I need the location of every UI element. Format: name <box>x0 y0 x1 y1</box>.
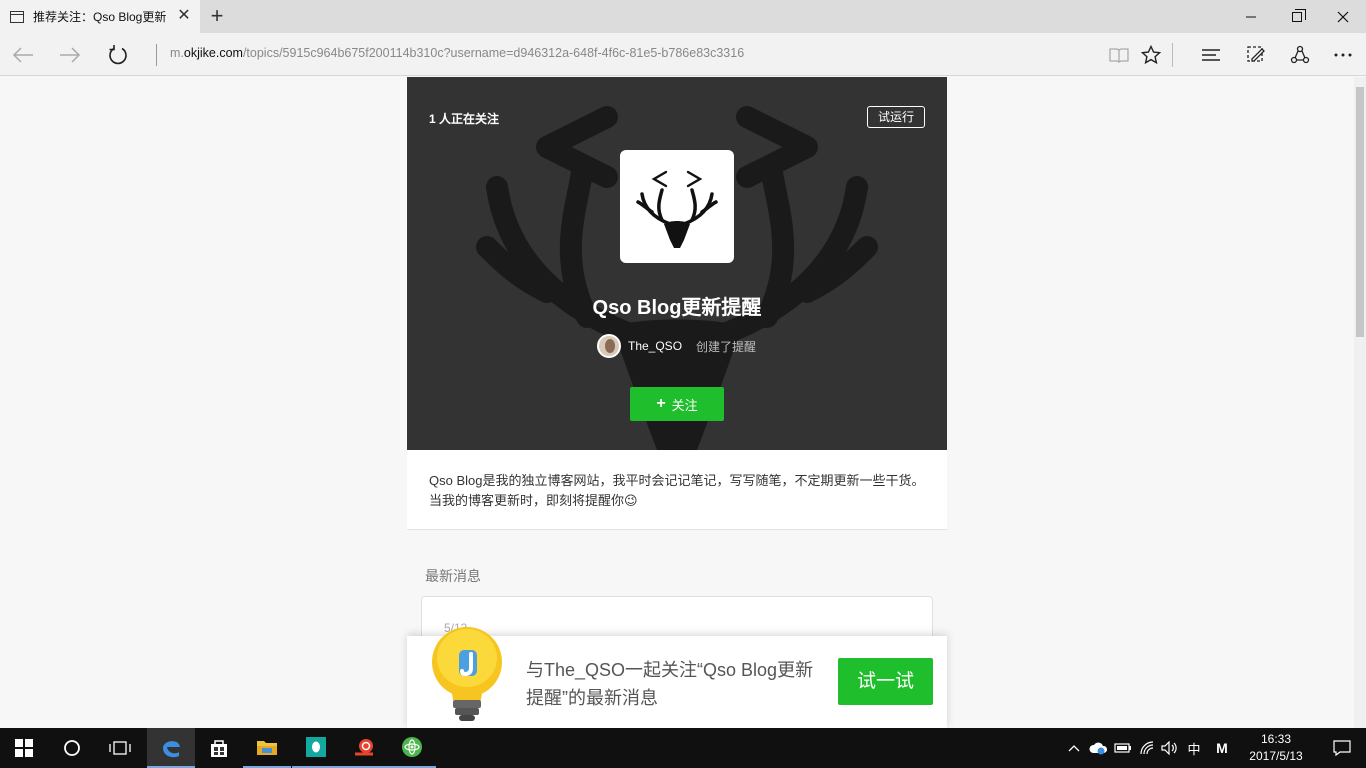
promo-text: 与The_QSO一起关注“Qso Blog更新提醒”的最新消息 <box>526 660 814 708</box>
latest-section-title: 最新消息 <box>425 568 481 584</box>
topic-hero: 1 人正在关注 试运行 Qso Blog更新提醒 The_QSO 创建了提醒 +… <box>407 77 947 450</box>
cloud-sync-icon <box>1089 742 1108 755</box>
refresh-button[interactable] <box>100 37 136 73</box>
chevron-up-icon <box>1068 745 1080 752</box>
new-tab-button[interactable]: + <box>205 4 229 28</box>
browser-navbar: m.okjike.com/topics/5915c964b675f200114b… <box>0 33 1366 76</box>
clock-time: 16:33 <box>1260 732 1292 746</box>
tab-title: 推荐关注：Qso Blog更新 <box>33 10 167 24</box>
volume-icon <box>1161 741 1177 755</box>
show-hidden-icons-button[interactable] <box>1066 738 1082 758</box>
taskbar-file-explorer[interactable] <box>243 728 291 768</box>
ime-mode[interactable]: M <box>1211 738 1233 758</box>
reading-view-button[interactable] <box>1103 39 1135 71</box>
close-icon <box>1337 11 1349 22</box>
edge-icon <box>163 741 180 758</box>
clock-date: 2017/5/13 <box>1249 749 1303 763</box>
more-dots-icon <box>1334 53 1352 57</box>
store-bag-icon <box>211 740 227 757</box>
favorite-button[interactable] <box>1135 39 1167 71</box>
browser-titlebar: 推荐关注：Qso Blog更新 ✕ + <box>0 0 1366 33</box>
ime-language[interactable]: 中 <box>1184 738 1204 758</box>
creator-action: 创建了提醒 <box>696 339 757 354</box>
cortana-button[interactable] <box>48 728 96 768</box>
tab-close-icon[interactable]: ✕ <box>176 7 192 25</box>
cortana-circle-icon <box>64 740 80 756</box>
battery-icon <box>1114 743 1131 753</box>
taskbar-clock[interactable]: 16:33 2017/5/13 <box>1238 731 1314 765</box>
promo-banner: 与The_QSO一起关注“Qso Blog更新提醒”的最新消息 试一试 <box>407 627 947 728</box>
taskbar-snail-app[interactable] <box>340 728 388 768</box>
avatar[interactable] <box>597 334 621 358</box>
web-note-button[interactable] <box>1240 39 1272 71</box>
book-icon <box>1109 48 1129 63</box>
snail-app-icon <box>355 739 373 756</box>
creator-name[interactable]: The_QSO <box>628 339 682 353</box>
address-path: /topics/5915c964b675f200114b310c?usernam… <box>242 46 745 60</box>
atom-app-icon <box>402 737 422 757</box>
windows-taskbar: 中 M 16:33 2017/5/13 <box>0 728 1366 768</box>
creator-line: The_QSO 创建了提醒 <box>597 334 756 358</box>
address-host: okjike.com <box>183 46 243 60</box>
action-center-button[interactable] <box>1318 728 1366 768</box>
taskbar-store[interactable] <box>195 728 243 768</box>
follow-label: 关注 <box>671 397 698 413</box>
address-bar[interactable]: m.okjike.com/topics/5915c964b675f200114b… <box>170 46 744 60</box>
tray-wifi[interactable] <box>1138 738 1158 758</box>
forward-button[interactable] <box>52 37 88 73</box>
notification-icon <box>1333 740 1351 756</box>
topic-description: Qso Blog是我的独立博客网站，我平时会记记笔记，写写随笔，不定期更新一些干… <box>407 450 947 530</box>
web-note-icon <box>1247 46 1265 62</box>
browser-tab[interactable]: 推荐关注：Qso Blog更新 ✕ <box>0 0 200 33</box>
close-window-button[interactable] <box>1320 0 1366 33</box>
forward-arrow-icon <box>60 47 81 63</box>
deer-logo-icon <box>636 170 718 248</box>
share-button[interactable] <box>1284 39 1316 71</box>
windows-logo-icon <box>15 739 33 757</box>
taskbar-qq-app[interactable] <box>292 728 340 768</box>
topic-title: Qso Blog更新提醒 <box>592 297 762 319</box>
folder-icon <box>257 741 277 755</box>
taskbar-atom-app[interactable] <box>388 728 436 768</box>
lightbulb-logo-icon <box>432 627 502 721</box>
beta-badge[interactable]: 试运行 <box>867 106 925 128</box>
refresh-icon <box>109 45 127 65</box>
tray-battery[interactable] <box>1113 738 1133 758</box>
star-icon <box>1141 45 1161 65</box>
follow-button[interactable]: + 关注 <box>630 387 724 421</box>
followers-count: 1 人正在关注 <box>429 112 500 126</box>
hub-button[interactable] <box>1195 39 1227 71</box>
penguin-app-icon <box>306 737 326 757</box>
toolbar-separator <box>1172 43 1173 67</box>
back-arrow-icon <box>12 47 33 63</box>
share-icon <box>1290 45 1310 64</box>
start-button[interactable] <box>0 728 48 768</box>
more-button[interactable] <box>1327 39 1359 71</box>
try-button[interactable]: 试一试 <box>838 658 933 705</box>
page-scrollbar[interactable] <box>1354 77 1366 728</box>
wifi-icon <box>1140 741 1154 755</box>
page-viewport: 1 人正在关注 试运行 Qso Blog更新提醒 The_QSO 创建了提醒 +… <box>0 77 1354 728</box>
plus-icon: + <box>656 395 666 412</box>
minimize-icon <box>1246 16 1256 17</box>
topic-logo <box>620 150 734 263</box>
tray-volume[interactable] <box>1160 738 1180 758</box>
restore-icon <box>1292 8 1306 22</box>
minimize-button[interactable] <box>1228 0 1274 33</box>
address-separator <box>156 44 157 66</box>
tray-cloud-app[interactable] <box>1088 738 1110 758</box>
restore-button[interactable] <box>1274 0 1320 33</box>
taskbar-edge[interactable] <box>147 728 195 768</box>
task-view-button[interactable] <box>96 728 144 768</box>
scrollbar-thumb[interactable] <box>1356 87 1364 337</box>
tab-page-icon <box>10 10 24 23</box>
task-view-icon <box>109 741 131 755</box>
hub-icon <box>1202 49 1220 61</box>
back-button[interactable] <box>5 37 41 73</box>
